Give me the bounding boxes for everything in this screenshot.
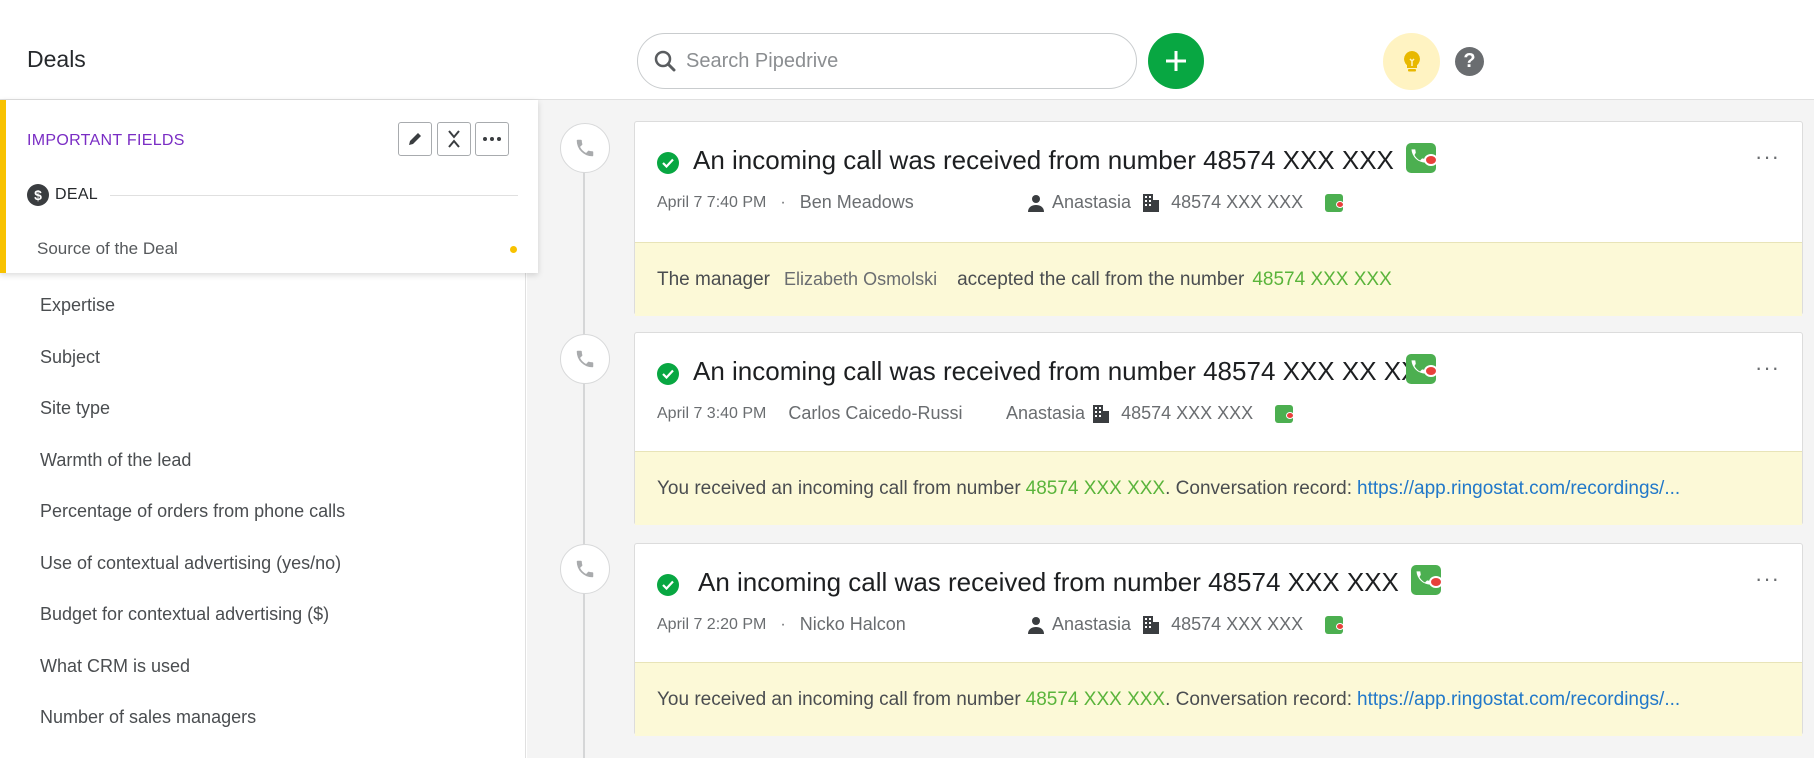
more-options-button[interactable] xyxy=(475,122,509,156)
timeline-line xyxy=(583,150,585,758)
field-item[interactable]: What CRM is used xyxy=(40,655,345,707)
field-item[interactable]: Use of contextual advertising (yes/no) xyxy=(40,552,345,604)
owner-name[interactable]: Anastasia xyxy=(1052,614,1131,635)
event-title: An incoming call was received from numbe… xyxy=(693,145,1394,175)
ringostat-small-icon[interactable] xyxy=(1325,193,1345,212)
person-icon xyxy=(1028,194,1044,212)
note-prefix: You received an incoming call from numbe… xyxy=(657,688,1021,710)
ringostat-app-icon[interactable] xyxy=(1406,354,1438,384)
field-item[interactable]: Warmth of the lead xyxy=(40,449,345,501)
lightbulb-icon xyxy=(1403,50,1420,71)
note-number[interactable]: 48574 XXX XXX xyxy=(1026,689,1165,711)
building-icon xyxy=(1143,193,1160,212)
call-note: You received an incoming call from numbe… xyxy=(635,451,1802,525)
meta-separator: · xyxy=(780,193,786,211)
note-number[interactable]: 48574 XXX XXX xyxy=(1026,478,1165,500)
note-number[interactable]: 48574 XXX XXX xyxy=(1252,269,1391,291)
contact-name[interactable]: Ben Meadows xyxy=(800,192,914,213)
field-item[interactable]: Subject xyxy=(40,346,345,398)
more-icon xyxy=(483,137,501,141)
dollar-icon: $ xyxy=(27,184,49,206)
event-date: April 7 2:20 PM xyxy=(657,615,767,633)
field-item[interactable]: Expertise xyxy=(40,294,345,346)
event-meta: April 7 2:20 PM · Nicko Halcon xyxy=(657,614,906,635)
call-note: The manager Elizabeth Osmolski accepted … xyxy=(635,242,1802,316)
call-event-card: An incoming call was received from numbe… xyxy=(634,332,1803,525)
building-icon xyxy=(1143,615,1160,634)
ringostat-app-icon[interactable] xyxy=(1411,565,1443,595)
contact-name[interactable]: Nicko Halcon xyxy=(800,614,906,635)
sidebar: IMPORTANT FIELDS $ DEAL Source of the De… xyxy=(0,100,538,758)
building-icon xyxy=(1093,404,1110,423)
page-title: Deals xyxy=(27,46,86,72)
section-divider xyxy=(110,195,518,196)
field-item[interactable]: Site type xyxy=(40,397,345,449)
check-icon xyxy=(657,574,679,596)
call-note: You received an incoming call from numbe… xyxy=(635,662,1802,736)
contact-name[interactable]: Carlos Caicedo-Russi xyxy=(788,403,962,424)
tips-button[interactable] xyxy=(1383,33,1440,90)
event-title: An incoming call was received from numbe… xyxy=(698,567,1399,597)
phone-call-icon xyxy=(560,123,610,173)
check-icon xyxy=(657,363,679,385)
recording-link[interactable]: https://app.ringostat.com/recordings/... xyxy=(1357,478,1680,500)
more-icon[interactable]: ··· xyxy=(1755,357,1780,379)
ringostat-small-icon[interactable] xyxy=(1275,404,1295,423)
collapse-icon xyxy=(448,130,460,148)
call-event-card: An incoming call was received from numbe… xyxy=(634,543,1803,736)
company-number[interactable]: 48574 XXX XXX xyxy=(1121,403,1253,424)
note-middle: . Conversation record: xyxy=(1165,688,1353,710)
event-owner-block: Anastasia 48574 XXX XXX xyxy=(1028,192,1345,213)
important-fields-title: IMPORTANT FIELDS xyxy=(27,132,185,149)
note-prefix: The manager xyxy=(657,268,771,290)
important-fields-panel: IMPORTANT FIELDS $ DEAL Source of the De… xyxy=(0,100,538,273)
event-date: April 7 3:40 PM xyxy=(657,404,767,422)
search-input[interactable] xyxy=(686,49,1086,73)
owner-name[interactable]: Anastasia xyxy=(1006,403,1085,424)
note-middle: . Conversation record: xyxy=(1165,477,1353,499)
note-prefix: You received an incoming call from numbe… xyxy=(657,477,1021,499)
company-number[interactable]: 48574 XXX XXX xyxy=(1171,614,1303,635)
more-icon[interactable]: ··· xyxy=(1755,146,1780,168)
ringostat-small-icon[interactable] xyxy=(1325,615,1345,634)
event-owner-block: Anastasia 48574 XXX XXX xyxy=(1006,403,1295,424)
field-list: Expertise Subject Site type Warmth of th… xyxy=(40,294,345,758)
top-bar: Deals ? xyxy=(0,0,1814,100)
more-icon[interactable]: ··· xyxy=(1755,568,1780,590)
call-event-card: An incoming call was received from numbe… xyxy=(634,121,1803,316)
event-date: April 7 7:40 PM xyxy=(657,193,767,211)
phone-call-icon xyxy=(560,334,610,384)
help-icon[interactable]: ? xyxy=(1455,47,1484,76)
activity-timeline: An incoming call was received from numbe… xyxy=(527,100,1814,758)
search-icon xyxy=(654,50,676,72)
event-owner-block: Anastasia 48574 XXX XXX xyxy=(1028,614,1345,635)
event-title: An incoming call was received from numbe… xyxy=(693,356,1419,386)
search-box[interactable] xyxy=(637,33,1137,89)
plus-icon xyxy=(1166,51,1186,71)
collapse-button[interactable] xyxy=(437,122,471,156)
note-middle: accepted the call from the number xyxy=(957,268,1245,290)
pencil-icon xyxy=(409,133,421,145)
deal-section-label: DEAL xyxy=(55,186,98,203)
field-item[interactable]: Percentage of orders from phone calls xyxy=(40,500,345,552)
deal-section-header: $ DEAL xyxy=(27,184,98,206)
person-icon xyxy=(1028,616,1044,634)
add-button[interactable] xyxy=(1148,33,1204,89)
edit-button[interactable] xyxy=(398,122,432,156)
field-item[interactable]: Budget for contextual advertising ($) xyxy=(40,603,345,655)
recording-link[interactable]: https://app.ringostat.com/recordings/... xyxy=(1357,689,1680,711)
check-icon xyxy=(657,152,679,174)
meta-separator: · xyxy=(780,615,786,633)
event-meta: April 7 3:40 PM Carlos Caicedo-Russi xyxy=(657,403,962,424)
manager-name[interactable]: Elizabeth Osmolski xyxy=(784,269,937,290)
ringostat-app-icon[interactable] xyxy=(1406,143,1438,173)
source-field[interactable]: Source of the Deal xyxy=(37,239,178,259)
phone-call-icon xyxy=(560,544,610,594)
event-meta: April 7 7:40 PM · Ben Meadows xyxy=(657,192,914,213)
field-item[interactable]: Number of sales managers xyxy=(40,706,345,758)
company-number[interactable]: 48574 XXX XXX xyxy=(1171,192,1303,213)
required-dot xyxy=(510,246,517,253)
owner-name[interactable]: Anastasia xyxy=(1052,192,1131,213)
